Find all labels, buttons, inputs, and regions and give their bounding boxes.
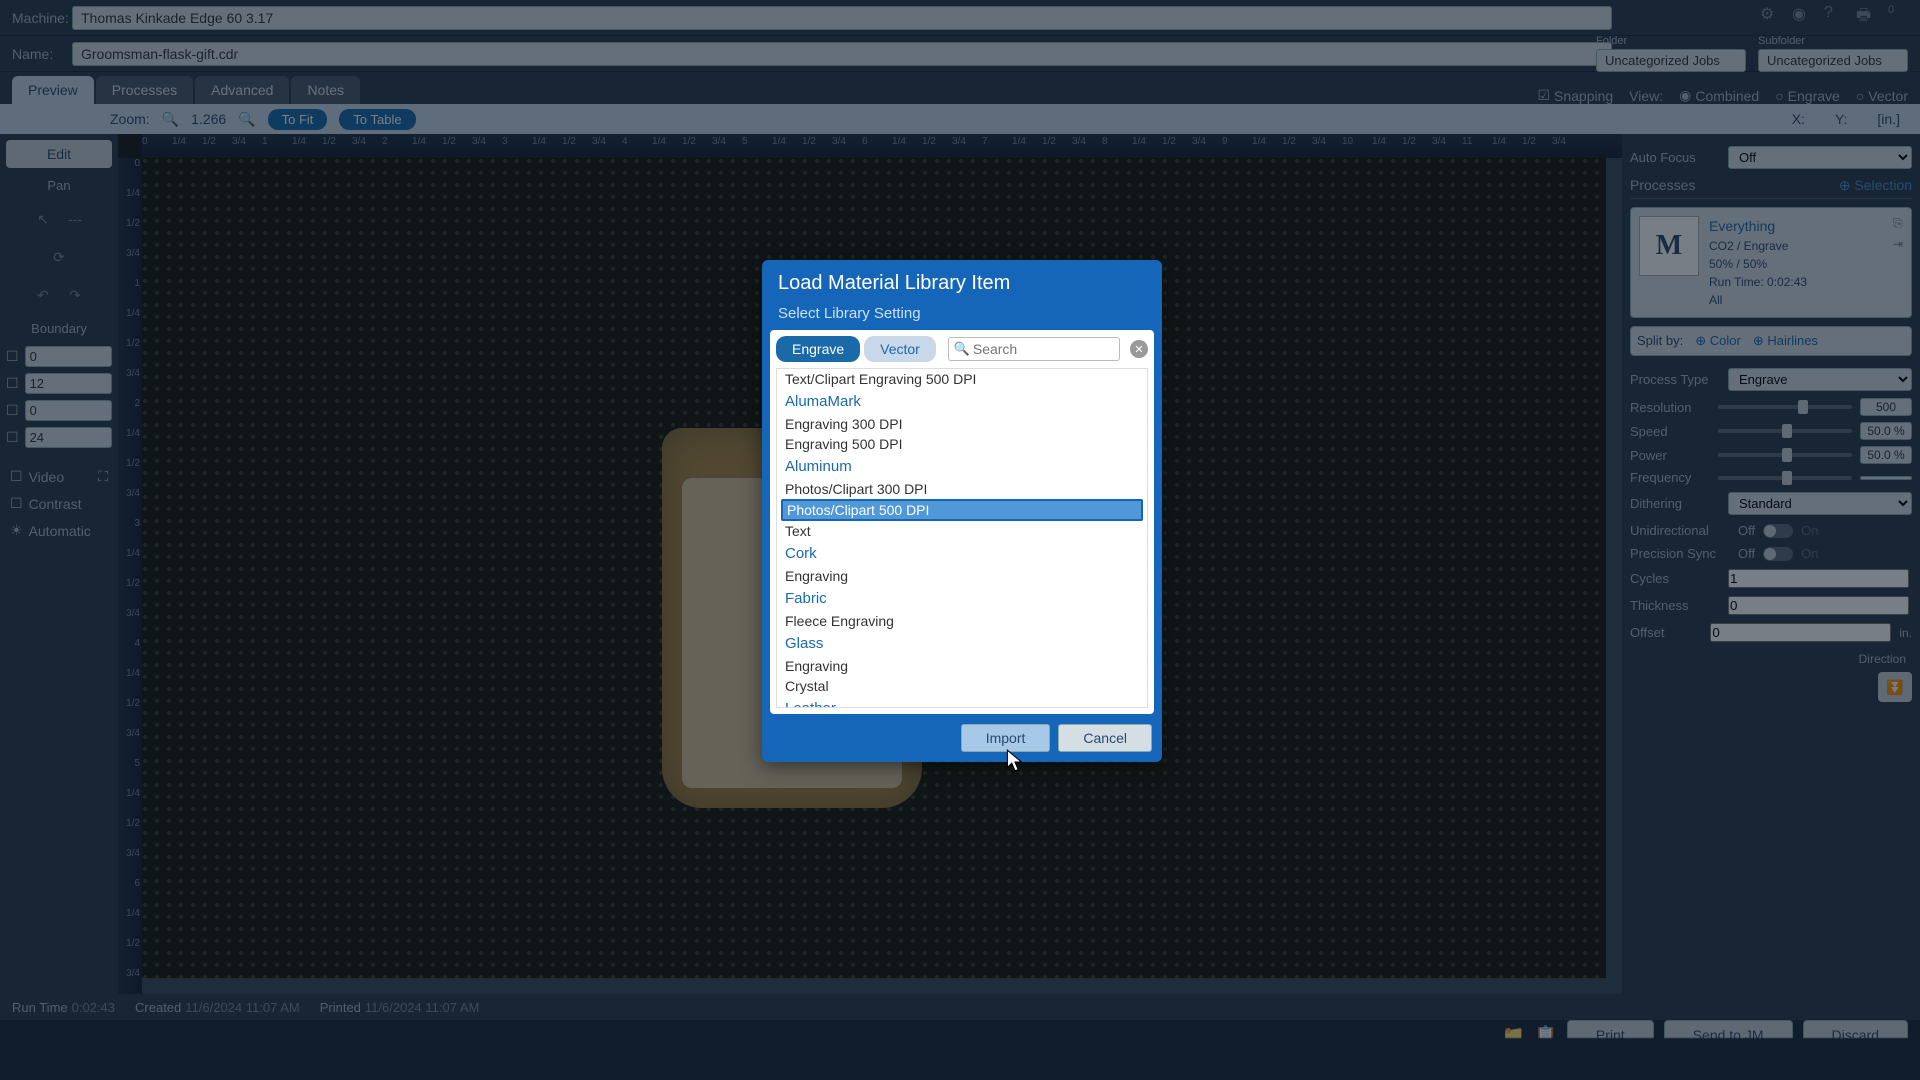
material-item[interactable]: Fleece Engraving <box>777 611 1147 631</box>
modal-subtitle: Select Library Setting <box>766 303 1158 330</box>
material-category[interactable]: Fabric <box>777 586 1147 611</box>
material-category[interactable]: Leather <box>777 696 1147 708</box>
material-item[interactable]: Engraving <box>777 566 1147 586</box>
load-material-dialog: Load Material Library Item Select Librar… <box>762 260 1162 762</box>
modal-title: Load Material Library Item <box>766 264 1158 303</box>
material-category[interactable]: AlumaMark <box>777 389 1147 414</box>
cancel-button[interactable]: Cancel <box>1058 724 1152 752</box>
material-item[interactable]: Crystal <box>777 676 1147 696</box>
material-category[interactable]: Glass <box>777 631 1147 656</box>
material-category[interactable]: Cork <box>777 541 1147 566</box>
modal-tab-vector[interactable]: Vector <box>864 336 936 362</box>
clear-search-icon[interactable]: ✕ <box>1130 340 1148 358</box>
material-item[interactable]: Text <box>777 521 1147 541</box>
search-input[interactable] <box>948 337 1120 361</box>
material-item[interactable]: Engraving 500 DPI <box>777 434 1147 454</box>
import-button[interactable]: Import <box>961 724 1051 752</box>
material-item[interactable]: Engraving <box>777 656 1147 676</box>
modal-tab-engrave[interactable]: Engrave <box>776 336 860 362</box>
material-list[interactable]: Text/Clipart Engraving 500 DPIAlumaMarkE… <box>776 368 1148 708</box>
material-item[interactable]: Text/Clipart Engraving 500 DPI <box>777 369 1147 389</box>
search-icon: 🔍 <box>954 341 970 357</box>
material-item[interactable]: Engraving 300 DPI <box>777 414 1147 434</box>
material-item[interactable]: Photos/Clipart 300 DPI <box>777 479 1147 499</box>
material-category[interactable]: Aluminum <box>777 454 1147 479</box>
material-item[interactable]: Photos/Clipart 500 DPI <box>781 499 1143 521</box>
